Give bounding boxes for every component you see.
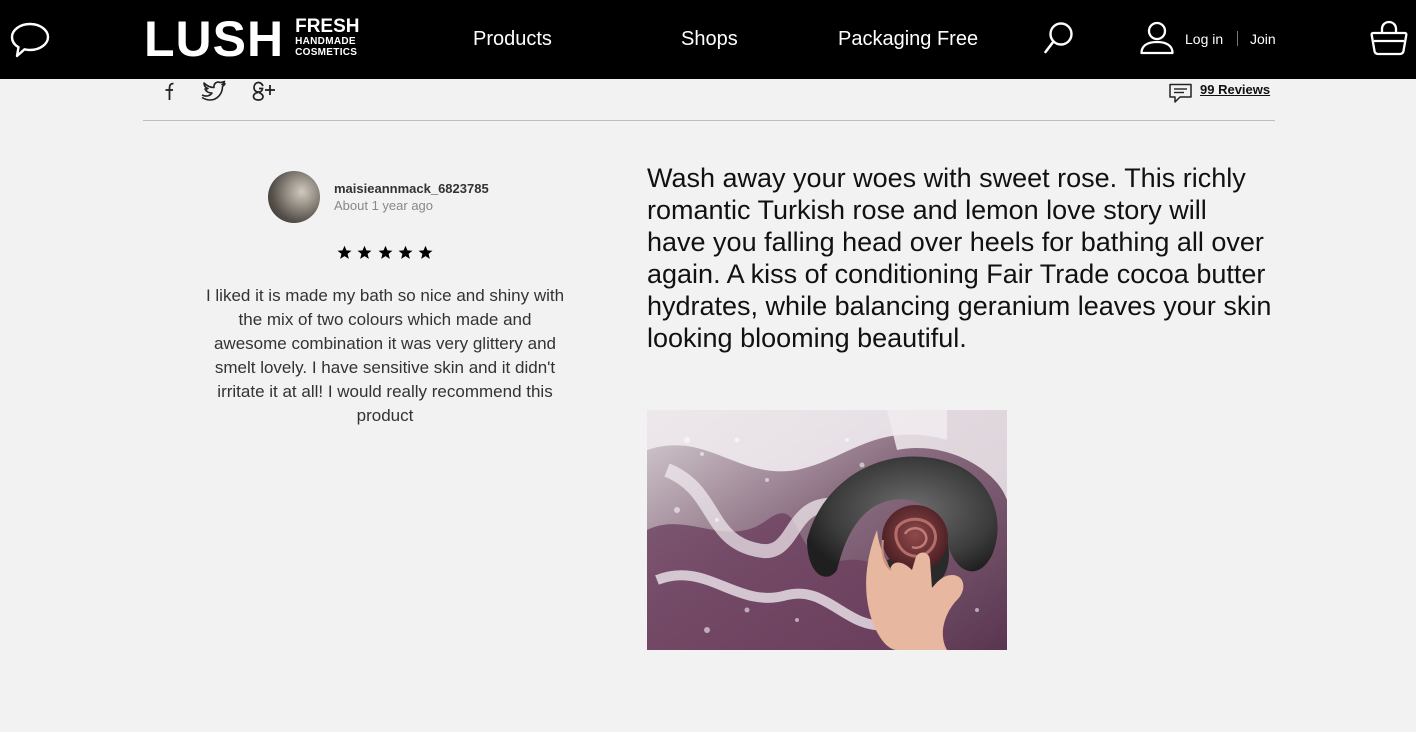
reviews-count-link[interactable]: 99 Reviews [1200, 82, 1270, 97]
logo-tagline: FRESH HANDMADE COSMETICS [295, 17, 359, 58]
login-link[interactable]: Log in [1185, 31, 1223, 47]
twitter-icon[interactable] [200, 80, 226, 102]
logo-fresh: FRESH [295, 16, 360, 37]
section-divider [143, 120, 1275, 121]
reviewer-username[interactable]: maisieannmack_6823785 [334, 181, 489, 196]
basket-icon[interactable] [1370, 20, 1408, 56]
facebook-icon[interactable] [155, 80, 181, 102]
review-body: I liked it is made my bath so nice and s… [205, 286, 565, 425]
login-join-divider [1237, 31, 1238, 46]
star-rating [337, 245, 433, 263]
user-icon[interactable] [1139, 20, 1175, 56]
star-icon [418, 245, 433, 259]
review-timestamp: About 1 year ago [334, 198, 434, 213]
nav-products[interactable]: Products [473, 28, 552, 50]
chat-icon[interactable] [10, 20, 50, 60]
reviews-icon [1168, 82, 1193, 104]
product-image [647, 410, 1007, 650]
star-icon [378, 245, 392, 259]
star-icon [337, 245, 352, 259]
join-link[interactable]: Join [1250, 31, 1276, 47]
lush-logo[interactable]: LUSH FRESH HANDMADE COSMETICS [144, 14, 360, 64]
star-icon [357, 245, 372, 259]
google-plus-icon[interactable] [251, 80, 277, 102]
nav-shops[interactable]: Shops [681, 28, 738, 50]
avatar[interactable] [268, 171, 320, 223]
star-icon [398, 245, 413, 259]
logo-wordmark: LUSH [144, 11, 285, 67]
logo-handmade: HANDMADE [295, 36, 356, 47]
search-icon[interactable] [1043, 21, 1075, 55]
logo-cosmetics: COSMETICS [295, 47, 358, 58]
product-description: Wash away your woes with sweet rose. Thi… [647, 163, 1272, 353]
nav-packaging-free[interactable]: Packaging Free [838, 28, 978, 50]
site-header: LUSH FRESH HANDMADE COSMETICS Products S… [0, 0, 1416, 79]
